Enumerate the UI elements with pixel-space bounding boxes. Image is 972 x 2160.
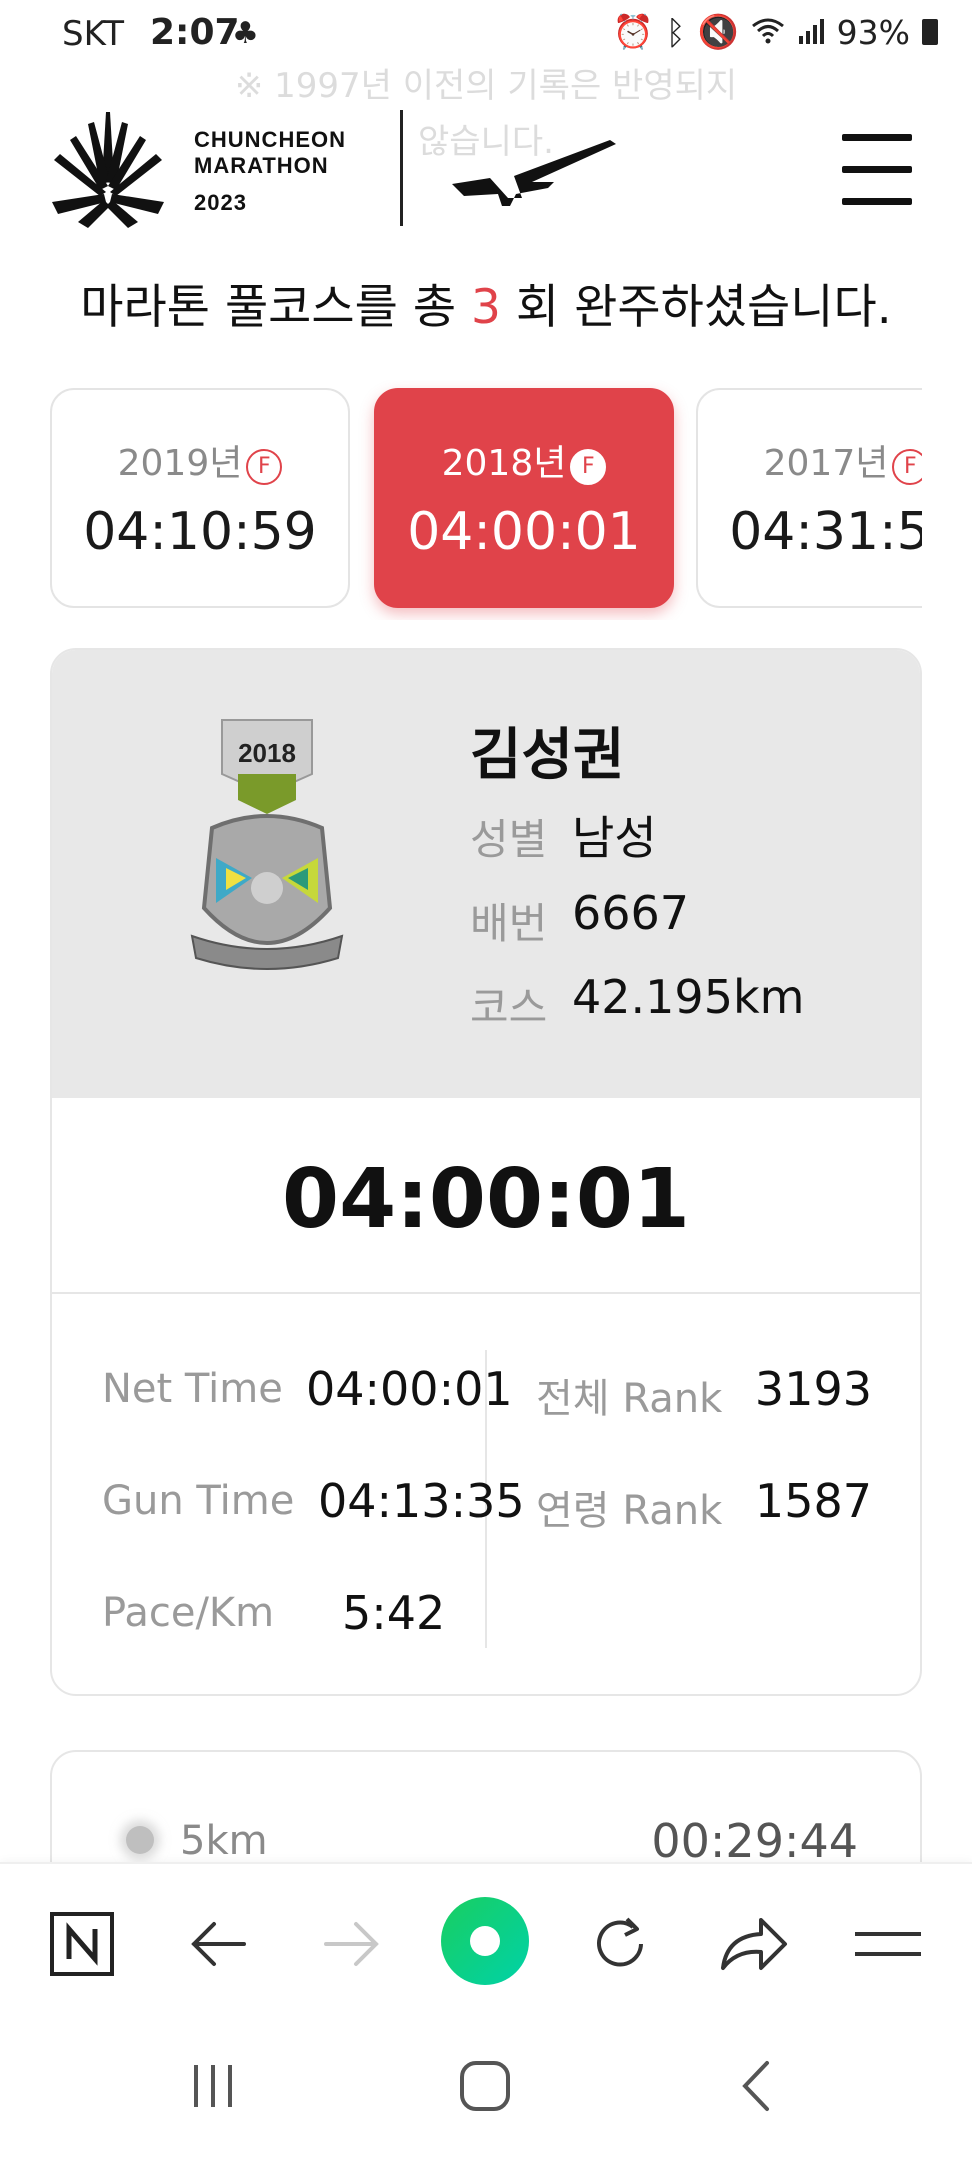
year-card-2018[interactable]: 2018년 F 04:00:01 <box>374 388 674 608</box>
summary-count: 3 <box>471 280 501 335</box>
year-card-2017[interactable]: 2017년F 04:31:52 <box>696 388 922 608</box>
forward-arrow-icon[interactable] <box>312 1904 392 1984</box>
summary-prefix: 마라톤 풀코스를 총 <box>80 280 457 335</box>
runner-profile: 2018 김성권 성별 남성 배번 6667 코스 42.195km <box>52 650 920 1098</box>
age-rank-value: 1587 <box>754 1474 872 1528</box>
carrier-label: SKT <box>62 14 125 54</box>
chuncheon-marathon-logo-icon[interactable] <box>48 110 168 228</box>
gender-value: 남성 <box>572 811 657 865</box>
bib-value: 6667 <box>572 886 690 940</box>
battery-icon <box>922 19 938 45</box>
gender-label: 성별 <box>470 815 548 864</box>
logo-year: 2023 <box>194 190 247 215</box>
year-label: 2019년 F <box>52 434 348 486</box>
system-navigation-bar <box>0 2014 972 2160</box>
browser-toolbar <box>0 1862 972 2016</box>
signal-icon <box>797 13 825 52</box>
logo-line-2: MARATHON <box>194 153 329 178</box>
airline-sponsor-logo-icon <box>450 136 620 206</box>
split-dot-icon <box>126 1826 154 1854</box>
menu-icon[interactable] <box>848 1904 928 1984</box>
result-card: 2018 김성권 성별 남성 배번 6667 코스 42.195km 04:00… <box>50 648 922 1696</box>
year-label: 2017년 F <box>698 434 922 486</box>
hamburger-menu-button[interactable] <box>842 134 912 206</box>
notification-icon: ♣ <box>232 16 259 51</box>
alarm-icon: ⏰ <box>612 12 654 51</box>
year-label: 2018년 F <box>376 434 672 486</box>
home-icon[interactable] <box>440 2046 530 2126</box>
status-icons: ⏰ ᛒ 🔇 93% <box>613 12 938 52</box>
naver-n-icon[interactable] <box>42 1904 122 1984</box>
green-dot-icon[interactable] <box>440 1896 530 1986</box>
summary-suffix: 회 완주하셨습니다. <box>515 280 892 335</box>
bib-label: 배번 <box>470 899 548 948</box>
logo-text: CHUNCHEON MARATHON <box>194 127 346 179</box>
completion-summary: 마라톤 풀코스를 총 3 회 완주하셨습니다. <box>0 268 972 337</box>
full-course-badge-icon: F <box>570 449 607 485</box>
finish-time: 04:00:01 <box>282 1152 690 1247</box>
share-icon[interactable] <box>714 1904 794 1984</box>
overall-rank-label: 전체 Rank <box>536 1376 723 1422</box>
full-course-badge-icon: F <box>246 449 283 485</box>
medal-year: 2018 <box>238 738 296 768</box>
year-selector: 2019년 F 04:10:59 2018년 F 04:00:01 2017년 F 0… <box>0 380 922 620</box>
gun-time-label: Gun Time <box>102 1478 295 1524</box>
refresh-icon[interactable] <box>580 1904 660 1984</box>
year-time: 04:31:52 <box>729 502 922 562</box>
status-time: 2:07 <box>150 12 240 53</box>
menu-bar-icon <box>842 198 912 205</box>
divider <box>52 1292 920 1294</box>
age-rank-label: 연령 Rank <box>536 1488 723 1534</box>
gun-time-value: 04:13:35 <box>318 1474 525 1528</box>
pace-label: Pace/Km <box>102 1590 275 1636</box>
back-icon[interactable] <box>712 2046 802 2126</box>
notice-line-1: ※ 1997년 이전의 기록은 반영되지 <box>234 66 738 106</box>
net-time-value: 04:00:01 <box>306 1362 513 1416</box>
pace-value: 5:42 <box>342 1586 446 1640</box>
year-time: 04:10:59 <box>83 502 317 562</box>
split-time: 00:29:44 <box>651 1814 858 1868</box>
menu-bar-icon <box>842 166 912 173</box>
mute-icon: 🔇 <box>697 12 739 51</box>
course-label: 코스 <box>470 983 548 1032</box>
runner-name: 김성권 <box>470 723 625 788</box>
menu-bar-icon <box>842 134 912 141</box>
split-distance: 5km <box>180 1818 268 1864</box>
year-card-2019[interactable]: 2019년 F 04:10:59 <box>50 388 350 608</box>
wifi-icon <box>751 13 785 52</box>
logo-line-1: CHUNCHEON <box>194 127 346 152</box>
medal-image: 2018 <box>182 718 372 1018</box>
full-course-badge-icon: F <box>892 449 922 485</box>
overall-rank-value: 3193 <box>754 1362 872 1416</box>
course-value: 42.195km <box>572 970 805 1024</box>
year-time: 04:00:01 <box>407 502 641 562</box>
net-time-label: Net Time <box>102 1366 283 1412</box>
battery-percent: 93% <box>836 12 910 52</box>
logo-divider <box>400 110 403 226</box>
recent-apps-icon[interactable] <box>168 2046 258 2126</box>
back-arrow-icon[interactable] <box>178 1904 258 1984</box>
bluetooth-icon: ᛒ <box>665 12 686 52</box>
